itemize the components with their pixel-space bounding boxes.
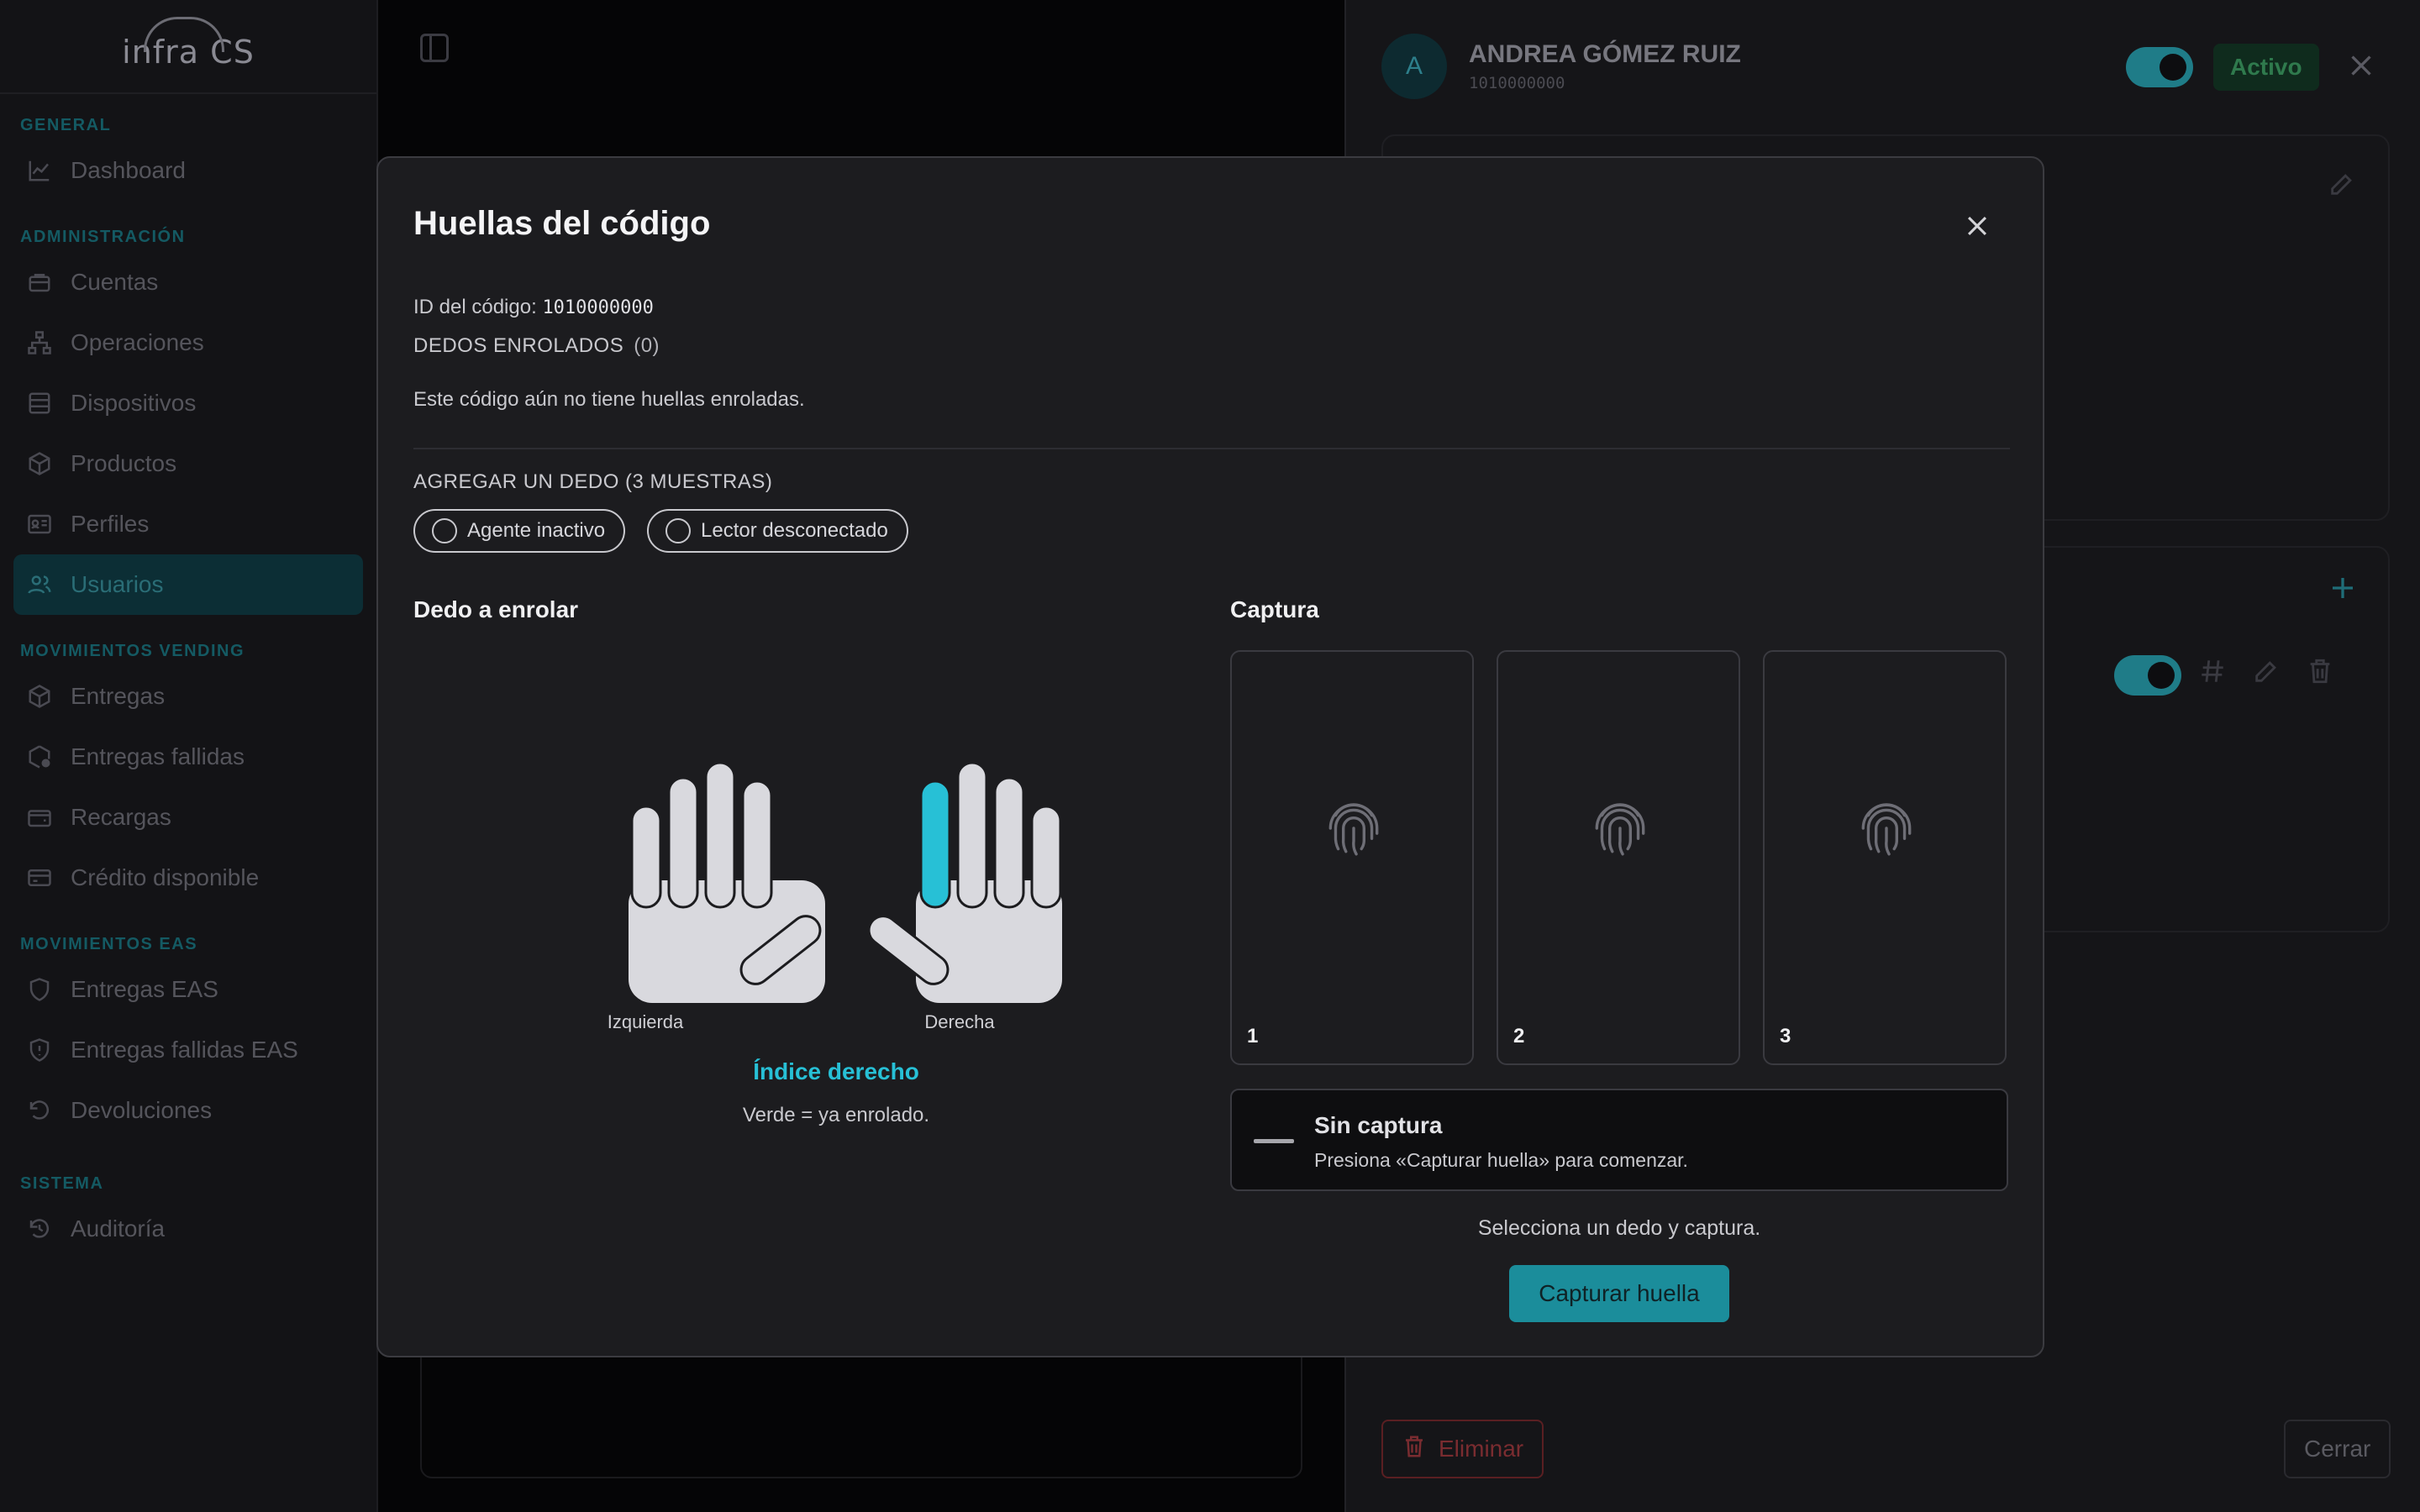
sample-number: 3 xyxy=(1780,1025,1791,1047)
status-message: Presiona «Capturar huella» para comenzar… xyxy=(1314,1149,1688,1171)
capture-section-title: Captura xyxy=(1230,596,1319,622)
right-middle[interactable] xyxy=(956,763,988,909)
enrolled-fingers-heading: DEDOS ENROLADOS (0) xyxy=(413,334,660,357)
empty-message: Este código aún no tiene huellas enrolad… xyxy=(413,388,805,411)
modal-title: Huellas del código xyxy=(413,205,711,242)
finger-section-title: Dedo a enrolar xyxy=(413,596,579,622)
dash-icon xyxy=(1254,1139,1294,1143)
close-icon[interactable] xyxy=(1963,212,1991,240)
left-pinky[interactable] xyxy=(630,805,662,909)
capture-sample-2: 2 xyxy=(1497,650,1740,1065)
left-index[interactable] xyxy=(741,780,773,909)
left-ring[interactable] xyxy=(667,776,699,909)
right-ring[interactable] xyxy=(993,776,1025,909)
legend-hint: Verde = ya enrolado. xyxy=(742,1104,930,1126)
code-id-line: ID del código: 1010000000 xyxy=(413,296,654,318)
right-hand-label: Derecha xyxy=(924,1011,995,1032)
fingerprint-icon xyxy=(1855,795,1918,862)
agent-status-pill: Agente inactivo xyxy=(413,509,626,553)
divider xyxy=(413,448,2010,449)
sample-number: 1 xyxy=(1247,1025,1259,1047)
capture-fingerprint-button[interactable]: Capturar huella xyxy=(1509,1265,1729,1322)
reader-status-pill: Lector desconectado xyxy=(647,509,908,553)
capture-sample-1: 1 xyxy=(1230,650,1474,1065)
select-hint: Selecciona un dedo y captura. xyxy=(1477,1216,1761,1240)
status-circle-icon xyxy=(432,518,457,543)
status-title: Sin captura xyxy=(1314,1112,1443,1138)
left-hand xyxy=(629,763,825,1003)
right-index[interactable] xyxy=(919,780,951,909)
left-middle[interactable] xyxy=(704,763,736,909)
capture-sample-3: 3 xyxy=(1763,650,2007,1065)
enrolled-count: (0) xyxy=(634,334,660,357)
right-pinky[interactable] xyxy=(1030,805,1062,909)
code-id-value: 1010000000 xyxy=(542,297,654,318)
fingerprint-icon xyxy=(1589,795,1651,862)
fingerprints-modal: Huellas del código ID del código: 101000… xyxy=(376,156,2044,1357)
sample-number: 2 xyxy=(1513,1025,1525,1047)
left-hand-label: Izquierda xyxy=(607,1011,684,1032)
right-hand xyxy=(867,763,1062,1003)
capture-status-box: Sin captura Presiona «Capturar huella» p… xyxy=(1230,1089,2008,1191)
fingerprint-icon xyxy=(1323,795,1385,862)
status-circle-icon xyxy=(666,518,691,543)
selected-finger-name: Índice derecho xyxy=(753,1058,919,1084)
add-finger-heading: AGREGAR UN DEDO (3 MUESTRAS) xyxy=(413,470,773,493)
